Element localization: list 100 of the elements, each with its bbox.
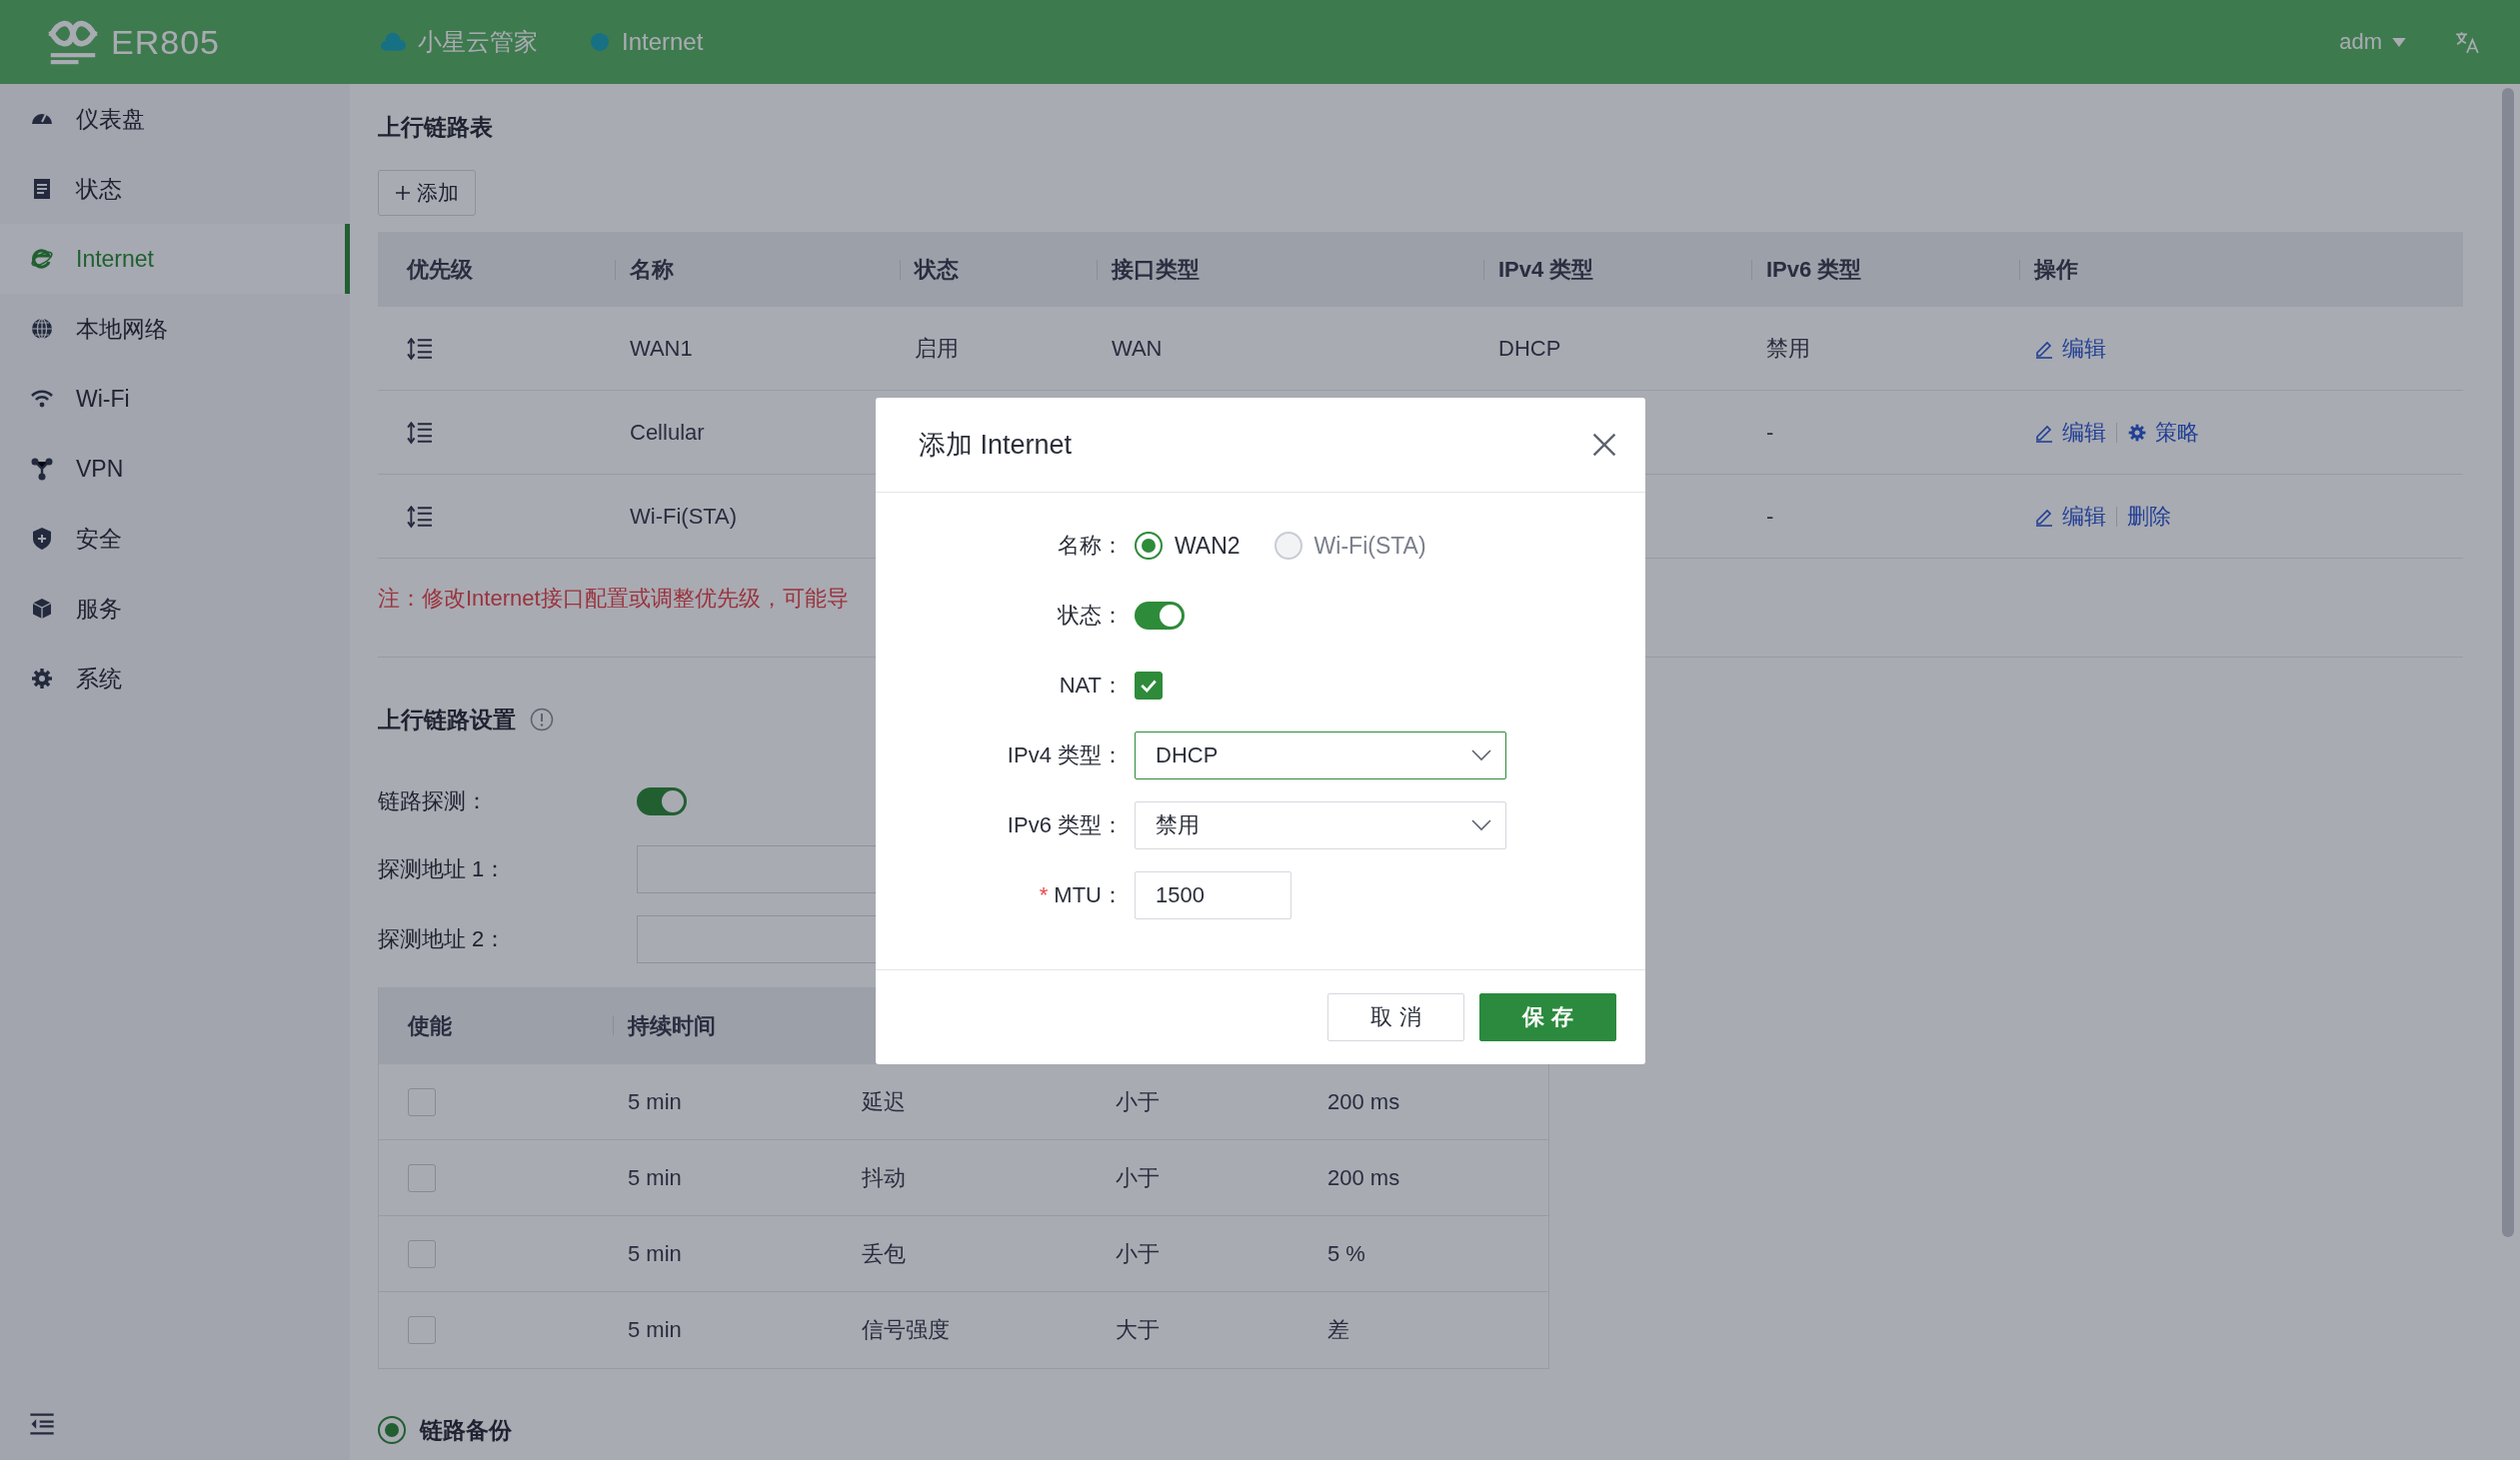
section-title: 链路备份 [420,1415,512,1445]
policy-link[interactable]: 策略 [2127,417,2199,448]
sidebar-item[interactable]: 安全 [0,504,350,574]
save-button[interactable]: 保 存 [1479,993,1616,1041]
table-cell: - [1766,503,1774,530]
reorder-icon[interactable] [407,336,433,361]
field-label: 探测地址 2： [378,925,508,953]
column-header: 使能 [408,1011,452,1040]
field-label: IPv6 类型： [1007,811,1124,839]
add-button[interactable]: 添加 [378,170,476,216]
table-cell: 200 ms [1327,1164,1400,1191]
field-label: 探测地址 1： [378,855,508,883]
table-cell-text: 大于 [1116,1316,1160,1344]
table-cell: - [1766,419,1774,446]
toggle-switch[interactable] [637,787,687,815]
cloud-icon [379,32,406,52]
status-dot-icon [589,32,610,52]
field-label: NAT： [1059,672,1124,700]
delete-link[interactable]: 删除 [2127,501,2171,532]
field-label: 状态： [1058,602,1124,630]
section-title: 上行链路表 [378,113,494,142]
edit-link[interactable]: 编辑 [2034,417,2106,448]
translate-icon[interactable] [2454,29,2480,55]
radio-label[interactable]: Wi-Fi(STA) [1313,532,1426,560]
table-cell: 5 min [628,1240,682,1267]
checkbox[interactable] [408,1163,436,1192]
table-cell: Wi-Fi(STA) [630,503,738,530]
table-cell: DHCP [1498,335,1561,362]
table-cell-text: 丢包 [862,1239,906,1268]
select-field[interactable]: DHCP [1135,731,1506,779]
checkbox[interactable] [1135,672,1163,700]
reorder-icon[interactable] [407,504,433,529]
cube-icon [30,597,54,621]
field-label: MTU： [1054,881,1124,909]
field-label: 链路探测： [378,787,489,815]
column-header: 接口类型 [1112,255,1200,284]
radio-button[interactable] [1273,532,1302,560]
table-cell-text: 启用 [915,334,959,363]
cancel-button[interactable]: 取 消 [1327,993,1464,1041]
brand-name: ER805 [111,22,220,62]
chevron-down-icon [1471,749,1491,761]
table-cell-text: 小于 [1116,1087,1160,1116]
plus-icon [395,185,411,201]
shield-icon [30,527,54,551]
checkbox[interactable] [408,1087,436,1116]
table-cell: 5 min [628,1164,682,1191]
table-cell-text: 信号强度 [862,1316,950,1344]
gear-icon [30,667,54,691]
network-nodes-icon [30,457,54,481]
close-icon[interactable] [1591,432,1617,458]
radio-button[interactable] [378,1416,406,1444]
sidebar-item[interactable]: Wi-Fi [0,364,350,434]
sidebar-item[interactable]: 仪表盘 [0,84,350,154]
table-cell: 5 min [628,1088,682,1115]
caret-icon [2392,37,2406,47]
section-title: 上行链路设置 [378,705,516,734]
dialog-title: 添加 Internet [919,429,1073,462]
table-cell-text: 抖动 [862,1163,906,1192]
column-header: IPv4 类型 [1498,255,1594,284]
table-cell-text: 小于 [1116,1163,1160,1192]
reorder-icon[interactable] [407,420,433,445]
sidebar-item[interactable]: 服务 [0,574,350,644]
table-cell-text: 差 [1327,1316,1349,1344]
radio-button[interactable] [1135,532,1163,560]
column-header: IPv6 类型 [1766,255,1862,284]
field-label: 名称： [1058,532,1124,560]
table-cell: 5 % [1327,1240,1365,1267]
sidebar-item[interactable]: Internet [0,224,350,294]
column-header: 持续时间 [628,1011,716,1040]
table-cell-text: 延迟 [862,1087,906,1116]
info-icon [530,708,554,731]
gear-icon [2127,422,2147,443]
sidebar-item[interactable]: VPN [0,434,350,504]
collapse-menu-icon[interactable] [28,1412,56,1436]
table-cell: 5 min [628,1317,682,1343]
table-cell: WAN [1112,335,1163,362]
edit-link[interactable]: 编辑 [2034,501,2106,532]
column-header: 名称 [630,255,674,284]
sidebar-item[interactable]: 状态 [0,154,350,224]
toggle-switch[interactable] [1135,602,1185,630]
select-field[interactable]: 禁用 [1135,801,1506,849]
column-header: 优先级 [407,255,473,284]
sidebar-item[interactable]: 系统 [0,644,350,714]
table-cell-text: 禁用 [1766,334,1810,363]
table-cell: Cellular [630,419,705,446]
table-cell: WAN1 [630,335,693,362]
table-cell-text: 小于 [1116,1239,1160,1268]
edit-link[interactable]: 编辑 [2034,333,2106,364]
input-field[interactable]: 1500 [1135,871,1291,919]
checkbox[interactable] [408,1239,436,1268]
column-header: 操作 [2034,255,2078,284]
field-label: IPv4 类型： [1007,741,1124,769]
chevron-down-icon [1471,819,1491,831]
checkbox[interactable] [408,1316,436,1344]
required-mark: * [1039,882,1049,908]
warning-note: 注：修改Internet接口配置或调整优先级，可能导 [378,585,849,613]
table-cell: 200 ms [1327,1088,1400,1115]
sidebar-item[interactable]: 本地网络 [0,294,350,364]
column-header: 状态 [915,255,959,284]
radio-label[interactable]: WAN2 [1175,532,1241,560]
